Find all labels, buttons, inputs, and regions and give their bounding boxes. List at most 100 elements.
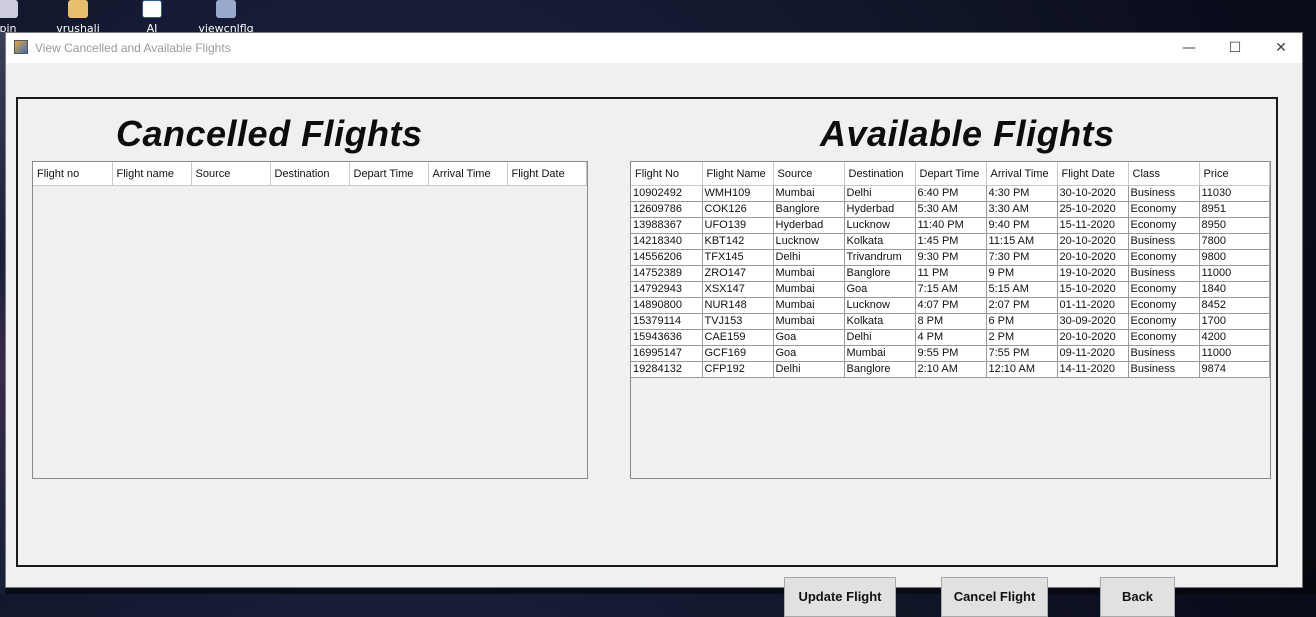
table-cell[interactable]: 15-11-2020 — [1057, 217, 1129, 234]
cancelled-flights-table[interactable]: Flight no Flight name Source Destination Dep… — [32, 161, 588, 479]
table-row[interactable]: 12609786 COK126 Banglore Hyderbad 5:30 AM 3:3… — [631, 201, 1270, 218]
table-cell[interactable]: 11:15 AM — [986, 233, 1058, 250]
table-cell[interactable]: Mumbai — [773, 313, 845, 330]
table-cell[interactable]: GCF169 — [702, 345, 774, 362]
table-cell[interactable]: Economy — [1128, 249, 1200, 266]
table-cell[interactable]: 1:45 PM — [915, 233, 987, 250]
table-cell[interactable]: 5:30 AM — [915, 201, 987, 218]
table-cell[interactable]: Mumbai — [773, 281, 845, 298]
back-button[interactable]: Back — [1100, 577, 1175, 617]
table-cell[interactable]: 09-11-2020 — [1057, 345, 1129, 362]
table-cell[interactable]: 8951 — [1199, 201, 1270, 218]
minimize-button[interactable]: — — [1166, 33, 1212, 63]
cancelled-column-header[interactable]: Source — [191, 162, 271, 186]
table-cell[interactable]: Mumbai — [773, 265, 845, 282]
desktop-icon-vrushali[interactable]: vrushali — [48, 0, 108, 34]
table-cell[interactable]: 20-10-2020 — [1057, 329, 1129, 346]
table-row[interactable]: 14792943 XSX147 Mumbai Goa 7:15 AM 5:15 AM 15-… — [631, 281, 1270, 298]
table-cell[interactable]: 1700 — [1199, 313, 1270, 330]
maximize-button[interactable]: ☐ — [1212, 33, 1258, 63]
table-cell[interactable]: 2:07 PM — [986, 297, 1058, 314]
table-cell[interactable]: 11030 — [1199, 185, 1270, 202]
table-cell[interactable]: 19-10-2020 — [1057, 265, 1129, 282]
table-cell[interactable]: 9 PM — [986, 265, 1058, 282]
cancelled-column-header[interactable]: Arrival Time — [428, 162, 508, 186]
table-cell[interactable]: 9:30 PM — [915, 249, 987, 266]
table-cell[interactable]: 7:30 PM — [986, 249, 1058, 266]
table-row[interactable]: 19284132 CFP192 Delhi Banglore 2:10 AM 12:10 … — [631, 361, 1270, 378]
table-cell[interactable]: 6:40 PM — [915, 185, 987, 202]
table-cell[interactable]: 1840 — [1199, 281, 1270, 298]
table-cell[interactable]: Goa — [773, 345, 845, 362]
table-cell[interactable]: 14752389 — [631, 265, 703, 282]
table-cell[interactable]: 01-11-2020 — [1057, 297, 1129, 314]
table-row[interactable]: 15943636 CAE159 Goa Delhi 4 PM 2 PM 20-10-2020… — [631, 329, 1270, 346]
table-cell[interactable]: Banglore — [844, 265, 916, 282]
table-cell[interactable]: 11000 — [1199, 345, 1270, 362]
table-cell[interactable]: Economy — [1128, 313, 1200, 330]
table-cell[interactable]: Business — [1128, 185, 1200, 202]
table-cell[interactable]: Goa — [844, 281, 916, 298]
table-cell[interactable]: 19284132 — [631, 361, 703, 378]
table-cell[interactable]: 4:30 PM — [986, 185, 1058, 202]
table-cell[interactable]: 30-10-2020 — [1057, 185, 1129, 202]
table-cell[interactable]: 30-09-2020 — [1057, 313, 1129, 330]
table-cell[interactable]: Economy — [1128, 217, 1200, 234]
cancelled-column-header[interactable]: Destination — [270, 162, 350, 186]
table-cell[interactable]: TVJ153 — [702, 313, 774, 330]
table-cell[interactable]: 11000 — [1199, 265, 1270, 282]
table-cell[interactable]: 10902492 — [631, 185, 703, 202]
table-cell[interactable]: Goa — [773, 329, 845, 346]
table-cell[interactable]: Business — [1128, 265, 1200, 282]
table-row[interactable]: 10902492 WMH109 Mumbai Delhi 6:40 PM 4:30 PM 3… — [631, 185, 1270, 202]
table-cell[interactable]: 7:15 AM — [915, 281, 987, 298]
table-cell[interactable]: 7:55 PM — [986, 345, 1058, 362]
table-cell[interactable]: 4:07 PM — [915, 297, 987, 314]
available-column-header[interactable]: Flight No — [631, 162, 703, 186]
table-cell[interactable]: Economy — [1128, 329, 1200, 346]
table-cell[interactable]: Lucknow — [844, 297, 916, 314]
available-column-header[interactable]: Source — [773, 162, 845, 186]
table-cell[interactable]: 8452 — [1199, 297, 1270, 314]
table-cell[interactable]: Delhi — [773, 361, 845, 378]
available-flights-table[interactable]: Flight No Flight Name Source Destination Dep… — [630, 161, 1271, 479]
close-button[interactable]: ✕ — [1258, 33, 1304, 63]
desktop-icon-ai[interactable]: AI — [122, 0, 182, 34]
table-cell[interactable]: Banglore — [844, 361, 916, 378]
table-cell[interactable]: Mumbai — [844, 345, 916, 362]
table-cell[interactable]: 15-10-2020 — [1057, 281, 1129, 298]
table-cell[interactable]: 12609786 — [631, 201, 703, 218]
table-cell[interactable]: CAE159 — [702, 329, 774, 346]
table-cell[interactable]: 8950 — [1199, 217, 1270, 234]
cancel-flight-button[interactable]: Cancel Flight — [941, 577, 1048, 617]
table-cell[interactable]: Economy — [1128, 201, 1200, 218]
available-column-header[interactable]: Class — [1128, 162, 1200, 186]
table-row[interactable]: 14556206 TFX145 Delhi Trivandrum 9:30 PM 7:30… — [631, 249, 1270, 266]
table-cell[interactable]: Business — [1128, 345, 1200, 362]
available-column-header[interactable]: Flight Name — [702, 162, 774, 186]
table-cell[interactable]: 4200 — [1199, 329, 1270, 346]
cancelled-column-header[interactable]: Flight Date — [507, 162, 587, 186]
table-cell[interactable]: Hyderbad — [844, 201, 916, 218]
table-cell[interactable]: 3:30 AM — [986, 201, 1058, 218]
table-cell[interactable]: 8 PM — [915, 313, 987, 330]
table-cell[interactable]: 9:40 PM — [986, 217, 1058, 234]
table-cell[interactable]: 11 PM — [915, 265, 987, 282]
desktop-icon-pin[interactable]: pin — [0, 0, 38, 34]
table-cell[interactable]: NUR148 — [702, 297, 774, 314]
table-cell[interactable]: WMH109 — [702, 185, 774, 202]
table-cell[interactable]: TFX145 — [702, 249, 774, 266]
desktop-icon-viewcnlflg[interactable]: viewcnlflg — [196, 0, 256, 34]
table-cell[interactable]: 15379114 — [631, 313, 703, 330]
table-cell[interactable]: COK126 — [702, 201, 774, 218]
table-cell[interactable]: Lucknow — [844, 217, 916, 234]
table-cell[interactable]: 12:10 AM — [986, 361, 1058, 378]
table-cell[interactable]: 2 PM — [986, 329, 1058, 346]
table-cell[interactable]: 14218340 — [631, 233, 703, 250]
table-cell[interactable]: 5:15 AM — [986, 281, 1058, 298]
table-cell[interactable]: 20-10-2020 — [1057, 233, 1129, 250]
title-bar[interactable]: View Cancelled and Available Flights — ☐… — [6, 33, 1302, 63]
table-cell[interactable]: 4 PM — [915, 329, 987, 346]
table-cell[interactable]: Economy — [1128, 297, 1200, 314]
table-cell[interactable]: Delhi — [844, 329, 916, 346]
